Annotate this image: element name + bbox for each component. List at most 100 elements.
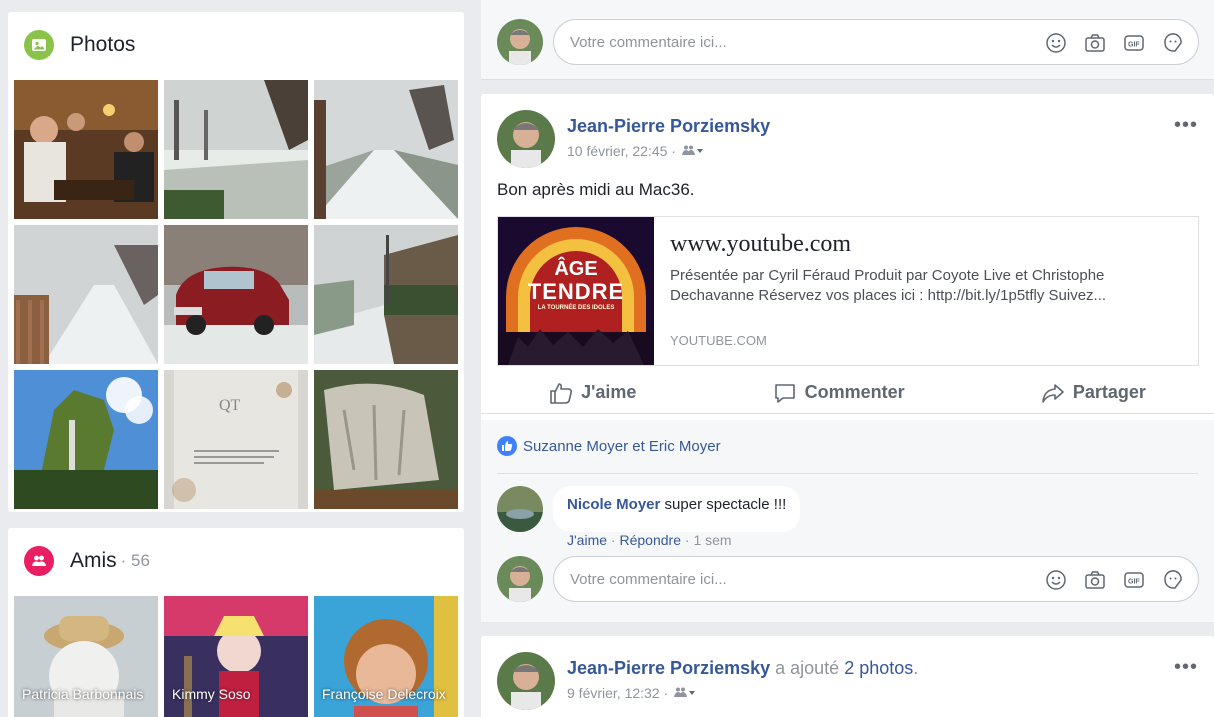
post-action-text: a ajouté [775,658,840,678]
photos-card: Photos QT [8,12,464,512]
friends-grid: Patricia Barbonnais Kimmy Soso Françoise… [14,596,458,717]
audience-friends-icon[interactable] [674,685,696,701]
photo-thumbnail[interactable] [314,370,458,509]
comment-time[interactable]: 1 sem [693,532,731,548]
svg-text:GIF: GIF [1128,579,1140,586]
comment-placeholder: Votre commentaire ici... [570,570,727,588]
comment-button[interactable]: Commenter [773,382,905,404]
left-column: Photos QT Amis · 56 Patricia Barbonnais … [0,0,470,717]
reactions-names[interactable]: Suzanne Moyer et Eric Moyer [523,438,721,455]
post-text: Bon après midi au Mac36. [497,180,695,199]
photo-thumbnail[interactable] [14,225,158,364]
comment-item: Nicole Moyer super spectacle !!! [497,486,801,532]
link-thumbnail[interactable]: ÂGE TENDRE LA TOURNÉE DES IDOLES [498,217,654,365]
link-preview[interactable]: ÂGE TENDRE LA TOURNÉE DES IDOLES www.you… [497,216,1199,366]
photo-thumbnail[interactable] [164,225,308,364]
comment-bubble: Nicole Moyer super spectacle !!! [553,486,801,532]
comment-composer: Votre commentaire ici... GIF [497,556,1199,602]
emoji-icon[interactable] [1043,567,1069,593]
post-time[interactable]: 10 février, 22:45 · [567,143,676,159]
author-avatar[interactable] [497,110,555,168]
comment-input[interactable]: Votre commentaire ici... GIF [553,19,1199,65]
comment-icon [774,383,795,403]
author-name[interactable]: Jean-Pierre Porziemsky [567,116,770,137]
avatar[interactable] [497,556,543,602]
thumb-text-line1: ÂGE [554,258,598,280]
comment-input[interactable]: Votre commentaire ici... GIF [553,556,1199,602]
sticker-icon[interactable] [1160,567,1186,593]
photo-thumbnail[interactable] [164,80,308,219]
friend-name[interactable]: Patricia Barbonnais [22,684,152,704]
post-header: Jean-Pierre Porziemsky 10 février, 22:45… [497,110,770,168]
sticker-icon[interactable] [1160,30,1186,56]
svg-text:GIF: GIF [1128,42,1140,49]
photo-thumbnail[interactable] [14,370,158,509]
gif-icon[interactable]: GIF [1121,30,1147,56]
share-label: Partager [1072,382,1146,402]
audience-friends-icon[interactable] [681,143,704,159]
reactions-summary[interactable]: Suzanne Moyer et Eric Moyer [497,436,721,456]
post-actions: J'aime Commenter Partager [481,372,1214,414]
friend-tile[interactable]: Patricia Barbonnais [14,596,158,717]
like-label: J'aime [581,382,637,402]
thumbs-up-icon [550,382,573,404]
photo-thumbnail[interactable] [314,225,458,364]
thumb-text-line2: TENDRE [527,279,625,304]
friend-tile[interactable]: Kimmy Soso [164,596,308,717]
avatar[interactable] [497,19,543,65]
friends-count: · 56 [120,551,150,570]
friends-card: Amis · 56 Patricia Barbonnais Kimmy Soso… [8,528,464,717]
comment-reply-link[interactable]: Répondre [619,532,681,548]
share-icon [1042,383,1064,403]
photos-link[interactable]: 2 photos [844,658,913,678]
share-button[interactable]: Partager [1041,382,1146,404]
comment-tools: GIF [1030,567,1186,593]
post: Jean-Pierre Porziemsky 10 février, 22:45… [481,94,1214,622]
comment-actions: J'aime · Répondre · 1 sem [567,532,732,548]
photo-thumbnail[interactable] [314,80,458,219]
gif-icon[interactable]: GIF [1121,567,1147,593]
divider [497,473,1198,474]
friends-header: Amis · 56 [8,528,464,594]
link-body: www.youtube.com Présentée par Cyril Féra… [654,217,1198,365]
link-title[interactable]: www.youtube.com [670,231,1182,258]
emoji-icon[interactable] [1043,30,1069,56]
camera-icon[interactable] [1082,567,1108,593]
commenter-avatar[interactable] [497,486,543,532]
author-name[interactable]: Jean-Pierre Porziemsky [567,658,770,678]
post-meta: 9 février, 12:32 · [567,685,918,701]
post-meta: 10 février, 22:45 · [567,143,770,159]
friends-icon [24,546,54,576]
photo-thumbnail[interactable]: QT [164,370,308,509]
photos-header: Photos [8,12,464,78]
friend-name[interactable]: Kimmy Soso [172,684,302,704]
post-options-icon[interactable]: ••• [1174,656,1198,679]
comment-tools: GIF [1030,30,1186,56]
headline-period: . [913,658,919,678]
camera-icon[interactable] [1082,30,1108,56]
comment-label: Commenter [804,382,905,402]
post-options-icon[interactable]: ••• [1174,114,1198,137]
post-headline: Jean-Pierre Porziemsky a ajouté 2 photos… [567,658,918,679]
like-button[interactable]: J'aime [549,382,636,404]
comment-like-link[interactable]: J'aime [567,532,607,548]
post: Jean-Pierre Porziemsky a ajouté 2 photos… [481,636,1214,717]
author-avatar[interactable] [497,652,555,710]
previous-post-comment-bar: Votre commentaire ici... GIF [481,0,1214,80]
svg-text:QT: QT [219,397,241,414]
link-description: Présentée par Cyril Féraud Produit par C… [670,267,1107,304]
link-source: YOUTUBE.COM [670,333,767,348]
comment-author[interactable]: Nicole Moyer [567,496,660,513]
photos-icon [24,30,54,60]
friend-tile[interactable]: Françoise Delecroix [314,596,458,717]
friends-title[interactable]: Amis [70,549,117,573]
thumb-text-line3: LA TOURNÉE DES IDOLES [537,305,615,311]
friend-name[interactable]: Françoise Delecroix [322,684,452,704]
post-feedback: Suzanne Moyer et Eric Moyer Nicole Moyer… [481,420,1214,622]
photo-grid: QT [14,80,458,509]
photo-thumbnail[interactable] [14,80,158,219]
post-header: Jean-Pierre Porziemsky a ajouté 2 photos… [497,652,918,710]
post-time[interactable]: 9 février, 12:32 · [567,685,668,701]
comment-composer: Votre commentaire ici... GIF [497,19,1199,65]
photos-title[interactable]: Photos [70,33,135,57]
